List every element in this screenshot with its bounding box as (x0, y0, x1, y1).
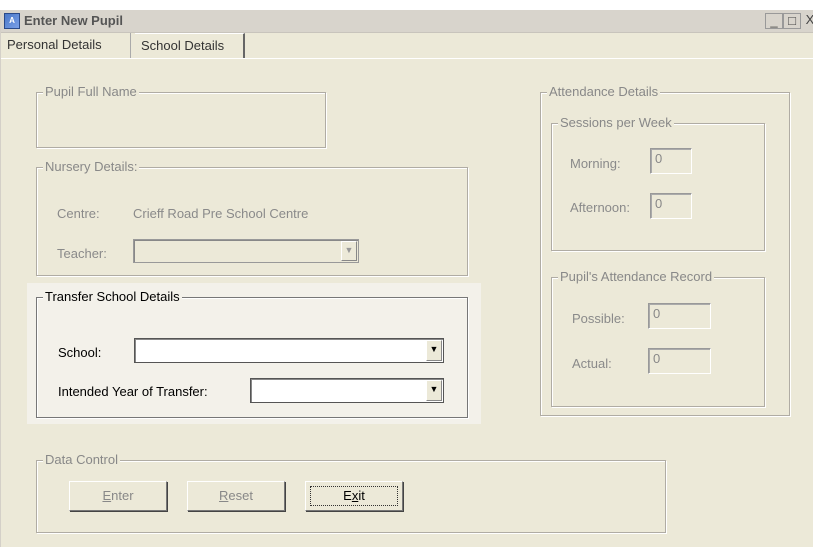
teacher-label: Teacher: (57, 246, 107, 261)
chevron-down-icon[interactable]: ▼ (426, 380, 442, 401)
possible-field[interactable]: 0 (648, 303, 711, 329)
enter-label-rest: nter (111, 488, 134, 503)
pupil-full-name-legend: Pupil Full Name (43, 84, 139, 99)
tab-strip: Personal Details School Details (1, 33, 813, 59)
transfer-school-legend: Transfer School Details (43, 289, 182, 304)
nursery-details-legend: Nursery Details: (43, 159, 140, 174)
enter-new-pupil-window: A Enter New Pupil _ □ X Personal Details… (0, 10, 813, 547)
reset-accel: R (219, 488, 229, 503)
exit-button[interactable]: Exit (305, 481, 403, 511)
transfer-school-group: Transfer School Details School: ▼ Intend… (36, 289, 468, 418)
attendance-details-group: Attendance Details Sessions per Week Mor… (540, 84, 790, 416)
attendance-record-group: Pupil's Attendance Record Possible: 0 Ac… (551, 269, 765, 407)
tab-personal-details[interactable]: Personal Details (1, 33, 131, 58)
sessions-per-week-legend: Sessions per Week (558, 115, 674, 130)
window-title: Enter New Pupil (24, 13, 123, 28)
data-control-group: Data Control Enter Reset Exit (36, 452, 666, 533)
minimize-button[interactable]: _ (765, 13, 783, 29)
school-combo[interactable]: ▼ (134, 338, 444, 363)
chevron-down-icon[interactable]: ▼ (341, 241, 357, 261)
morning-label: Morning: (570, 156, 621, 171)
afternoon-field[interactable]: 0 (650, 193, 692, 219)
app-icon[interactable]: A (4, 13, 20, 29)
possible-label: Possible: (572, 311, 625, 326)
pupil-full-name-group: Pupil Full Name (36, 84, 326, 148)
sessions-per-week-group: Sessions per Week Morning: 0 Afternoon: … (551, 115, 765, 251)
reset-button[interactable]: Reset (187, 481, 285, 511)
morning-field[interactable]: 0 (650, 148, 692, 174)
attendance-details-legend: Attendance Details (547, 84, 661, 99)
focus-rectangle (310, 486, 398, 506)
attendance-record-legend: Pupil's Attendance Record (558, 269, 715, 284)
maximize-button[interactable]: □ (783, 13, 801, 29)
nursery-details-group: Nursery Details: Centre: Crieff Road Pre… (36, 159, 468, 276)
chevron-down-icon[interactable]: ▼ (426, 340, 442, 361)
reset-label-rest: eset (228, 488, 253, 503)
enter-button[interactable]: Enter (69, 481, 167, 511)
actual-label: Actual: (572, 356, 612, 371)
close-button[interactable]: X (801, 13, 813, 29)
title-bar[interactable]: A Enter New Pupil _ □ X (1, 10, 813, 33)
tab-school-details[interactable]: School Details (135, 33, 245, 58)
afternoon-label: Afternoon: (570, 200, 630, 215)
data-control-legend: Data Control (43, 452, 120, 467)
school-label: School: (58, 345, 102, 360)
actual-field[interactable]: 0 (648, 348, 711, 374)
year-of-transfer-label: Intended Year of Transfer: (58, 384, 208, 399)
tab-divider (1, 58, 813, 59)
teacher-combo[interactable]: ▼ (133, 239, 359, 263)
centre-label: Centre: (57, 206, 100, 221)
year-of-transfer-combo[interactable]: ▼ (250, 378, 444, 403)
enter-accel: E (102, 488, 112, 503)
centre-value: Crieff Road Pre School Centre (133, 206, 309, 221)
